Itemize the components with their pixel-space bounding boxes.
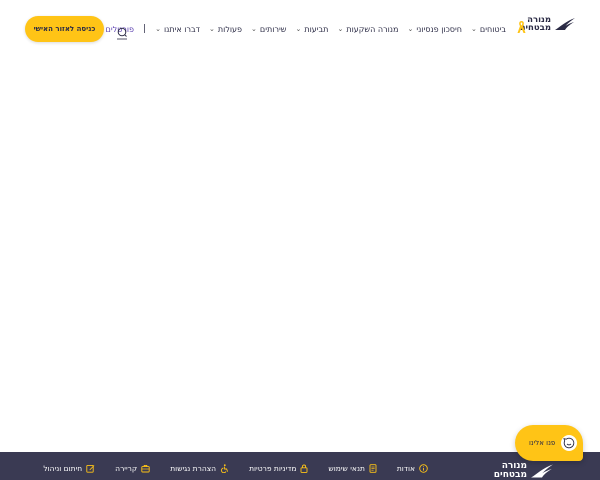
footer-link-label: מדיניות פרטיות: [249, 464, 297, 473]
nav-item-label: חיסכון פנסיוני: [416, 24, 463, 34]
nav-item-services[interactable]: שירותים ⌄: [251, 25, 286, 34]
accessibility-icon: [221, 464, 229, 473]
edit-icon: [86, 464, 95, 473]
footer-link-label: אודות: [396, 464, 415, 473]
footer-link-privacy[interactable]: מדיניות פרטיות: [249, 464, 308, 473]
site-header: מנורה מבטחים ביטוחים ⌄ חיסכון פנסיוני ⌄ …: [0, 0, 600, 60]
lock-icon: [300, 464, 308, 473]
footer-link-label: חיתום וניהול: [43, 464, 83, 473]
chevron-down-icon: ⌄: [337, 24, 344, 33]
chevron-down-icon: ⌄: [407, 24, 414, 33]
chevron-down-icon: ⌄: [251, 24, 257, 33]
footer-link-underwriting[interactable]: חיתום וניהול: [43, 464, 95, 473]
nav-item-label: שירותים: [259, 24, 287, 34]
yellow-ribbon-icon: [517, 21, 526, 33]
nav-item-insurance[interactable]: ביטוחים ⌄: [471, 25, 506, 34]
nav-item-label: פעולות: [217, 24, 243, 34]
wing-logo-icon: [555, 18, 575, 30]
personal-area-login-button[interactable]: כניסה לאזור האישי: [25, 16, 104, 42]
nav-item-label: ביטוחים: [479, 24, 506, 34]
nav-item-claims[interactable]: תביעות ⌄: [295, 25, 328, 34]
wing-logo-icon: [531, 464, 553, 478]
footer-link-accessibility[interactable]: הצהרת נגישות: [170, 464, 229, 473]
brand-logo[interactable]: מנורה מבטחים: [520, 16, 576, 32]
chat-button-label: פנו אלינו: [529, 439, 556, 447]
chevron-down-icon: ⌄: [471, 24, 477, 33]
nav-item-investments[interactable]: מנורה השקעות ⌄: [337, 25, 398, 34]
briefcase-icon: [141, 464, 150, 473]
search-button[interactable]: [116, 25, 128, 40]
site-footer: מנורה מבטחים אודות תנאי שימוש מדיניות פר…: [0, 452, 600, 480]
document-icon: [369, 464, 377, 473]
nav-item-label: מנורה השקעות: [346, 24, 399, 34]
chevron-down-icon: ⌄: [155, 24, 161, 33]
footer-brand-logo[interactable]: מנורה מבטחים: [494, 462, 554, 480]
nav-separator: |: [143, 24, 147, 34]
brand-name-line2: מבטחים: [493, 470, 527, 480]
footer-link-careers[interactable]: קריירה: [115, 464, 150, 473]
nav-item-actions[interactable]: פעולות ⌄: [209, 25, 242, 34]
chat-smile-icon: [561, 435, 577, 451]
footer-links: אודות תנאי שימוש מדיניות פרטיות הצהרת נג…: [43, 464, 428, 473]
nav-item-label: תביעות: [304, 24, 329, 34]
footer-link-label: קריירה: [115, 464, 138, 473]
chevron-down-icon: ⌄: [209, 24, 215, 33]
footer-link-label: תנאי שימוש: [328, 464, 365, 473]
footer-link-terms[interactable]: תנאי שימוש: [328, 464, 377, 473]
footer-brand-name: מנורה מבטחים: [494, 462, 527, 480]
main-nav: ביטוחים ⌄ חיסכון פנסיוני ⌄ מנורה השקעות …: [97, 24, 506, 34]
footer-link-about[interactable]: אודות: [397, 464, 428, 473]
search-icon: [117, 27, 127, 40]
info-icon: [419, 464, 428, 473]
nav-item-label: דברו איתנו: [163, 24, 200, 34]
chevron-down-icon: ⌄: [295, 24, 302, 33]
footer-link-label: הצהרת נגישות: [170, 464, 217, 473]
contact-chat-button[interactable]: פנו אלינו: [515, 425, 583, 461]
nav-item-contact-us[interactable]: דברו איתנו ⌄: [155, 25, 200, 34]
nav-item-pension-savings[interactable]: חיסכון פנסיוני ⌄: [407, 25, 462, 34]
